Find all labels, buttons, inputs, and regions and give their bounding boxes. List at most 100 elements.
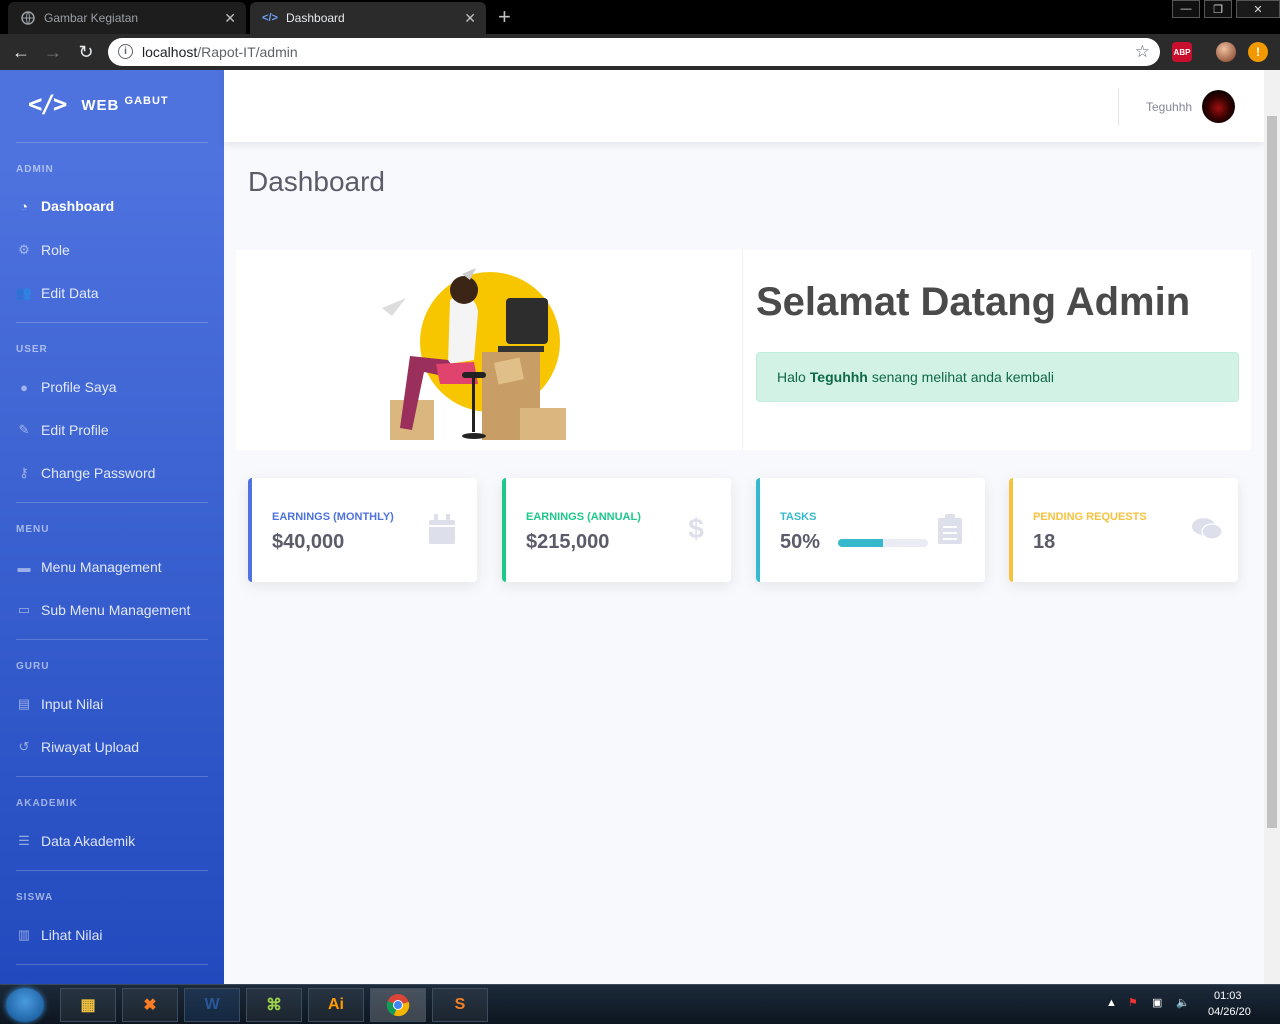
history-icon: ↺ xyxy=(18,739,30,754)
adblock-extension-icon[interactable]: ABP xyxy=(1172,42,1192,62)
tray-volume-icon[interactable]: 🔈 xyxy=(1176,996,1190,1009)
sidebar-divider xyxy=(16,964,208,965)
sidebar-item-dashboard[interactable]: ◔ Dashboard xyxy=(16,194,216,218)
brand[interactable]: </> WEB GABUT xyxy=(28,90,169,118)
brand-logo-icon: </> xyxy=(28,90,67,118)
tray-clock-time[interactable]: 01:03 xyxy=(1214,990,1242,1002)
welcome-illustration xyxy=(382,268,566,440)
card-tasks: Tasks 50% xyxy=(756,478,985,582)
topbar-divider xyxy=(1118,88,1119,126)
start-button[interactable] xyxy=(6,988,44,1022)
sidebar-item-menu-management[interactable]: ▬ Menu Management xyxy=(16,555,216,579)
url-host: localhost xyxy=(142,44,198,60)
browser-toolbar: ← → ↻ i localhost/Rapot-IT/admin ☆ ABP ! xyxy=(0,34,1280,70)
tray-flag-icon[interactable]: ⚑ xyxy=(1128,996,1138,1009)
dollar-icon: $ xyxy=(688,513,704,544)
taskbar-word-icon[interactable]: W xyxy=(184,988,240,1022)
tray-network-icon[interactable]: ▣ xyxy=(1152,996,1162,1009)
sidebar-item-label: Change Password xyxy=(41,465,156,481)
welcome-card-divider xyxy=(742,250,743,450)
card-value: $215,000 xyxy=(526,531,610,553)
sidebar-item-role[interactable]: ⚙ Role xyxy=(16,238,216,262)
welcome-card: Selamat Datang Admin Halo Teguhhh senang… xyxy=(236,250,1251,450)
sidebar-item-edit-data[interactable]: 👥 Edit Data xyxy=(16,281,216,305)
window-controls: — ❐ ✕ xyxy=(1168,0,1280,18)
tab-dashboard[interactable]: </> Dashboard ✕ xyxy=(250,2,486,34)
taskbar-network-icon[interactable]: ⌘ xyxy=(246,988,302,1022)
card-earnings-monthly: Earnings (Monthly) $40,000 xyxy=(248,478,477,582)
url-path: /Rapot-IT/admin xyxy=(197,44,298,60)
welcome-title: Selamat Datang Admin xyxy=(756,280,1191,324)
sidebar-heading-siswa: SISWA xyxy=(16,892,54,903)
calendar-icon xyxy=(427,514,457,544)
sidebar-heading-admin: ADMIN xyxy=(16,164,54,175)
sidebar-heading-menu: MENU xyxy=(16,524,50,535)
taskbar-chrome-icon[interactable] xyxy=(370,988,426,1022)
taskbar-xampp-icon[interactable]: ✖ xyxy=(122,988,178,1022)
new-tab-button[interactable]: + xyxy=(498,4,511,30)
folder-icon: ▬ xyxy=(17,559,31,575)
sidebar-item-data-akademik[interactable]: ☰ Data Akademik xyxy=(16,829,216,853)
update-alert-icon[interactable]: ! xyxy=(1248,42,1268,62)
sidebar-item-riwayat-upload[interactable]: ↺ Riwayat Upload xyxy=(16,735,216,759)
sidebar-divider xyxy=(16,142,208,143)
sidebar-item-label: Sub Menu Management xyxy=(41,602,191,618)
tab-title: Gambar Kegiatan xyxy=(44,11,139,25)
profile-avatar[interactable] xyxy=(1216,42,1236,62)
reload-icon[interactable]: ↻ xyxy=(75,41,97,63)
user-avatar[interactable] xyxy=(1202,90,1235,123)
card-pending-requests: Pending Requests 18 xyxy=(1009,478,1238,582)
users-icon: 👥 xyxy=(15,285,33,300)
key-icon: ⚷ xyxy=(19,465,29,480)
bookmark-star-icon[interactable]: ☆ xyxy=(1135,42,1150,62)
sidebar-item-input-nilai[interactable]: ▤ Input Nilai xyxy=(16,692,216,716)
minimize-button[interactable]: — xyxy=(1172,0,1200,18)
sidebar-item-profile-saya[interactable]: ● Profile Saya xyxy=(16,375,216,399)
card-value: $40,000 xyxy=(272,531,345,553)
card-value: 50% xyxy=(780,531,821,553)
scrollbar-thumb[interactable] xyxy=(1267,116,1277,828)
sidebar-divider xyxy=(16,322,208,323)
alert-message: senang melihat anda kembali xyxy=(871,369,1054,385)
taskbar: ▦ ✖ W ⌘ Ai S ▲ ⚑ ▣ 🔈 01:03 04/26/20 xyxy=(0,984,1280,1024)
sidebar-item-lihat-nilai[interactable]: ▥ Lihat Nilai xyxy=(16,923,216,947)
user-name[interactable]: Teguhhh xyxy=(1146,100,1192,114)
code-icon: </> xyxy=(262,12,278,24)
sidebar-item-label: Dashboard xyxy=(41,198,115,214)
sidebar-item-sub-menu-management[interactable]: ▭ Sub Menu Management xyxy=(16,598,216,622)
sidebar-item-edit-profile[interactable]: ✎ Edit Profile xyxy=(16,418,216,442)
maximize-button[interactable]: ❐ xyxy=(1204,0,1232,18)
back-arrow-icon[interactable]: ← xyxy=(10,41,32,63)
address-bar[interactable]: i localhost/Rapot-IT/admin ☆ xyxy=(108,38,1160,66)
taskbar-sublime-icon[interactable]: S xyxy=(432,988,488,1022)
sidebar-item-label: Lihat Nilai xyxy=(41,927,103,943)
info-icon[interactable]: i xyxy=(118,44,133,59)
tab-gambar-kegiatan[interactable]: Gambar Kegiatan ✕ xyxy=(8,2,246,34)
taskbar-explorer-icon[interactable]: ▦ xyxy=(60,988,116,1022)
page-scrollbar[interactable] xyxy=(1264,70,1280,984)
clipboard-list-icon xyxy=(935,514,965,544)
close-tab-icon[interactable]: ✕ xyxy=(464,10,476,27)
brand-name: WEB GABUT xyxy=(81,94,169,114)
comments-icon xyxy=(1192,514,1222,544)
forward-arrow-icon[interactable]: → xyxy=(42,41,64,63)
sidebar-divider xyxy=(16,776,208,777)
tab-title: Dashboard xyxy=(286,11,345,25)
welcome-alert: Halo Teguhhh senang melihat anda kembali xyxy=(756,352,1239,402)
taskbar-illustrator-icon[interactable]: Ai xyxy=(308,988,364,1022)
database-icon: ☰ xyxy=(18,833,30,848)
tasks-progress-bar xyxy=(838,539,928,547)
sidebar-item-label: Menu Management xyxy=(41,559,162,575)
window-close-button[interactable]: ✕ xyxy=(1236,0,1280,18)
browser-tab-bar: Gambar Kegiatan ✕ </> Dashboard ✕ + — ❐ … xyxy=(0,0,1280,34)
close-tab-icon[interactable]: ✕ xyxy=(224,10,236,27)
page-viewport: </> WEB GABUT ADMIN ◔ Dashboard ⚙ Role 👥… xyxy=(0,70,1280,984)
tray-expand-icon[interactable]: ▲ xyxy=(1106,997,1117,1009)
card-label: Earnings (Monthly) xyxy=(272,511,394,523)
tray-clock-date[interactable]: 04/26/20 xyxy=(1208,1006,1251,1018)
folder-open-icon: ▭ xyxy=(17,602,31,617)
sidebar-item-change-password[interactable]: ⚷ Change Password xyxy=(16,461,216,485)
sidebar-item-label: Role xyxy=(41,242,70,258)
sidebar-divider xyxy=(16,502,208,503)
user-edit-icon: ✎ xyxy=(18,422,30,437)
